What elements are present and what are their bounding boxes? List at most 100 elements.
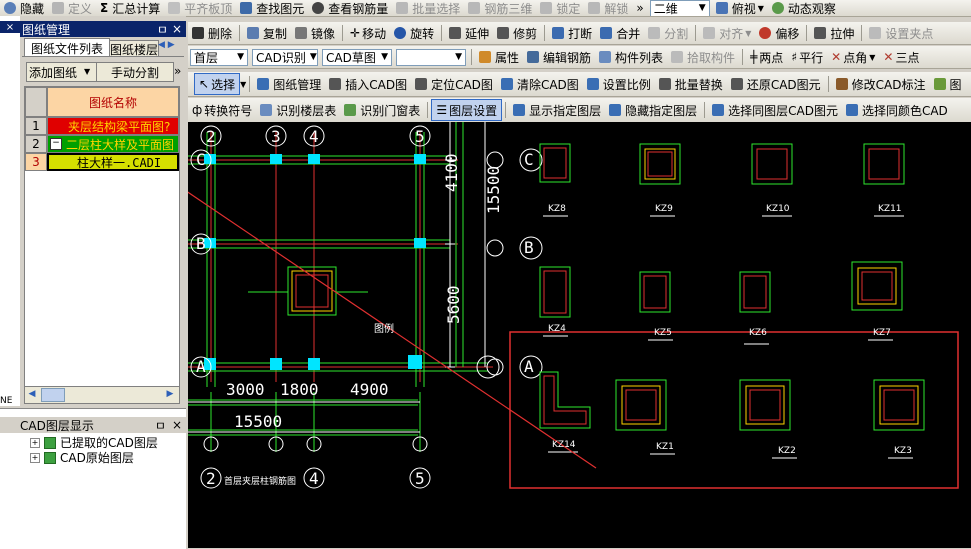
trim-icon: [497, 27, 510, 39]
lock-button[interactable]: 锁定: [536, 0, 584, 16]
close-icon[interactable]: ×: [172, 418, 182, 432]
toolbar-more-button[interactable]: »: [632, 0, 647, 16]
hide-layer-button[interactable]: 隐藏指定图层: [605, 100, 701, 120]
summary-button[interactable]: Σ 汇总计算: [96, 0, 164, 16]
edit-rebar-button[interactable]: 编辑钢筋: [523, 47, 595, 67]
set-scale-button[interactable]: 设置比例: [583, 74, 655, 94]
edit-cad-note-button[interactable]: 修改CAD标注: [832, 74, 930, 94]
scroll-right-arrow[interactable]: ▶: [163, 387, 177, 401]
right-row-axis-label: A: [524, 357, 534, 376]
tab-scroll-arrows[interactable]: ◀ ▶: [158, 40, 184, 54]
chevron-down-icon: ▼: [455, 52, 462, 62]
convert-symbol-button[interactable]: ф 转换符号: [188, 100, 256, 120]
mirror-button[interactable]: 镜像: [291, 23, 339, 43]
point-angle-button[interactable]: ✕ 点角 ▼: [827, 47, 879, 67]
move-button[interactable]: ✛ 移动: [346, 23, 390, 43]
trim-button[interactable]: 修剪: [493, 23, 541, 43]
break-button[interactable]: 打断: [548, 23, 596, 43]
binoculars-icon: [240, 2, 253, 14]
drawing-management-button[interactable]: 图纸管理: [253, 74, 325, 94]
offset-button[interactable]: 偏移: [755, 23, 803, 43]
chevron-down-icon[interactable]: ▼: [240, 80, 246, 89]
split-button[interactable]: 分割: [644, 23, 692, 43]
rotate-button[interactable]: 旋转: [390, 23, 438, 43]
horizontal-dimension-lines: [188, 401, 420, 433]
hide-button[interactable]: 隐藏: [0, 0, 48, 16]
floor-select[interactable]: 首层 ▼: [190, 48, 248, 66]
select-same-layer-button[interactable]: 选择同图层CAD图元: [708, 100, 842, 120]
properties-button[interactable]: 属性: [475, 47, 523, 67]
rebar-3d-button[interactable]: 钢筋三维: [464, 0, 536, 16]
component-type-select[interactable]: CAD草图 ▼: [322, 48, 392, 66]
table-row-selected[interactable]: 柱大样一.CADI: [47, 153, 179, 171]
stretch-icon: [814, 27, 827, 39]
more-cad-button[interactable]: 图: [930, 74, 966, 94]
component-name-select[interactable]: ▼: [396, 48, 466, 66]
layer-setting-button[interactable]: ☰ 图层设置: [431, 99, 503, 121]
horizontal-scrollbar[interactable]: ◀ ▶: [24, 386, 180, 404]
unlock-button[interactable]: 解锁: [584, 0, 632, 16]
parallel-button[interactable]: ♯ 平行: [787, 47, 827, 67]
restore-cad-button[interactable]: 还原CAD图元: [727, 74, 825, 94]
layer-tree-item[interactable]: + CAD原始图层: [30, 449, 134, 466]
recognize-window-table-button[interactable]: 识别门窗表: [340, 100, 424, 120]
copy-button[interactable]: 复制: [243, 23, 291, 43]
merge-button[interactable]: 合并: [596, 23, 644, 43]
view-direction-button[interactable]: 俯视 ▼: [712, 0, 768, 16]
expand-icon[interactable]: +: [30, 437, 40, 448]
delete-button[interactable]: 删除: [188, 23, 236, 43]
view-icon: [715, 2, 728, 14]
close-icon[interactable]: ×: [0, 22, 20, 33]
locate-cad-button[interactable]: 定位CAD图: [411, 74, 497, 94]
vertical-dimension-label: 15500: [484, 165, 503, 214]
separator: [427, 102, 429, 118]
view-rebar-button[interactable]: 查看钢筋量: [308, 0, 392, 16]
chevron-down-icon[interactable]: ▼: [84, 62, 94, 80]
stretch-button[interactable]: 拉伸: [810, 23, 858, 43]
column-label: KZ2: [778, 446, 796, 456]
row-axis-label: A: [196, 357, 206, 376]
batch-select-button[interactable]: 批量选择: [392, 0, 464, 16]
two-point-button[interactable]: ╪ 两点: [746, 47, 787, 67]
flush-button[interactable]: 平齐板顶: [164, 0, 236, 16]
expand-icon[interactable]: +: [30, 452, 40, 463]
component-list-button[interactable]: 构件列表: [595, 47, 667, 67]
tab-drawing-file-list[interactable]: 图纸文件列表: [24, 38, 110, 57]
insert-cad-button[interactable]: 插入CAD图: [325, 74, 411, 94]
toolbar-more-button[interactable]: »: [174, 62, 184, 80]
row-number: 2: [25, 135, 47, 153]
three-point-button[interactable]: ✕ 三点: [879, 47, 923, 67]
pin-icon[interactable]: ㅁ: [155, 417, 166, 434]
table-row[interactable]: − 二层柱大样及平面图: [47, 135, 179, 153]
recognize-floor-table-button[interactable]: 识别楼层表: [256, 100, 340, 120]
tab-drawing-floor[interactable]: 图纸楼层: [109, 40, 159, 57]
align-button[interactable]: 对齐 ▼: [699, 23, 755, 43]
close-icon[interactable]: ×: [172, 22, 182, 36]
scroll-left-arrow[interactable]: ◀: [25, 387, 39, 401]
module-select[interactable]: CAD识别 ▼: [252, 48, 318, 66]
manual-split-button[interactable]: 手动分割: [96, 62, 174, 82]
set-grip-button[interactable]: 设置夹点: [865, 23, 937, 43]
extend-button[interactable]: 延伸: [445, 23, 493, 43]
batch-replace-button[interactable]: 批量替换: [655, 74, 727, 94]
collapse-toggle[interactable]: −: [50, 138, 62, 150]
layer-checkbox[interactable]: [44, 451, 56, 464]
find-element-button[interactable]: 查找图元: [236, 0, 308, 16]
clear-cad-button[interactable]: 清除CAD图: [497, 74, 583, 94]
column-header-name[interactable]: 图纸名称: [47, 87, 179, 117]
define-button[interactable]: 定义: [48, 0, 96, 16]
scroll-thumb[interactable]: [41, 388, 65, 402]
select-button[interactable]: ↖ 选择: [194, 73, 241, 95]
pin-icon[interactable]: ㅁ: [157, 21, 168, 38]
dynamic-view-button[interactable]: 动态观察: [768, 0, 840, 16]
hide-layer-icon: [609, 104, 622, 116]
view-mode-select[interactable]: 二维 ▼: [649, 0, 710, 16]
select-same-color-button[interactable]: 选择同颜色CAD: [842, 100, 952, 120]
show-layer-button[interactable]: 显示指定图层: [509, 100, 605, 120]
layer-checkbox[interactable]: [44, 436, 56, 449]
vertical-dimension-label: 5600: [444, 285, 463, 324]
cube-icon: [468, 2, 481, 14]
cad-canvas[interactable]: 2 3 4 5 C B A C B A 3000 1800 4900 15500…: [188, 122, 971, 548]
pick-component-button[interactable]: 拾取构件: [667, 47, 739, 67]
table-row[interactable]: 夹层结构梁平面图?: [47, 117, 179, 135]
